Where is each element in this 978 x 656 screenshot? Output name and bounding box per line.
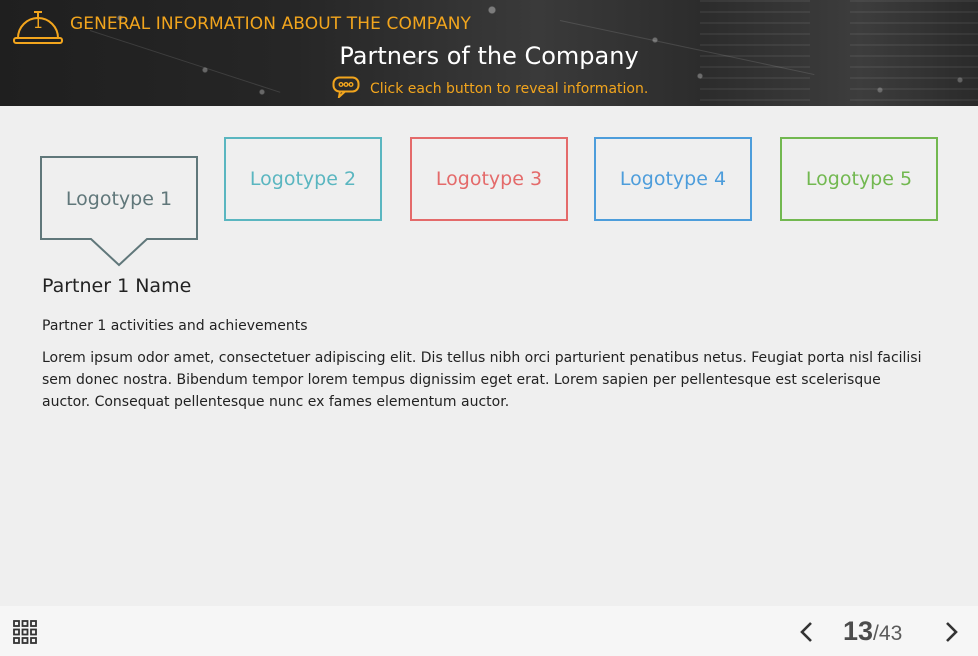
header-banner: 1 GENERAL INFORMATION ABOUT THE COMPANY … xyxy=(0,0,978,106)
chevron-left-icon[interactable] xyxy=(796,620,818,644)
footer-bar: 13/43 xyxy=(0,606,978,656)
tab-logotype-5[interactable]: Logotype 5 xyxy=(780,137,938,221)
chevron-right-icon[interactable] xyxy=(940,620,962,644)
total-pages: 43 xyxy=(878,622,903,645)
grid-menu-icon[interactable] xyxy=(13,620,37,644)
tab-logotype-3[interactable]: Logotype 3 xyxy=(410,137,568,221)
tab-logotype-2[interactable]: Logotype 2 xyxy=(224,137,382,221)
partner-subtitle: Partner 1 activities and achievements xyxy=(42,318,308,334)
partner-description: Lorem ipsum odor amet, consectetuer adip… xyxy=(42,350,922,410)
tab-logotype-1[interactable]: Logotype 1 xyxy=(40,157,198,241)
current-page: 13 xyxy=(843,616,874,646)
speech-bubble-icon xyxy=(332,76,360,102)
page-title: Partners of the Company xyxy=(339,42,639,70)
partner-name: Partner 1 Name xyxy=(42,275,192,297)
instruction: Click each button to reveal information. xyxy=(332,76,649,102)
course-title: GENERAL INFORMATION ABOUT THE COMPANY xyxy=(70,14,472,34)
page-counter: 13/43 xyxy=(843,616,902,647)
instruction-text: Click each button to reveal information. xyxy=(370,81,649,97)
tab-logotype-4[interactable]: Logotype 4 xyxy=(594,137,752,221)
course-number: 1 xyxy=(33,14,43,32)
